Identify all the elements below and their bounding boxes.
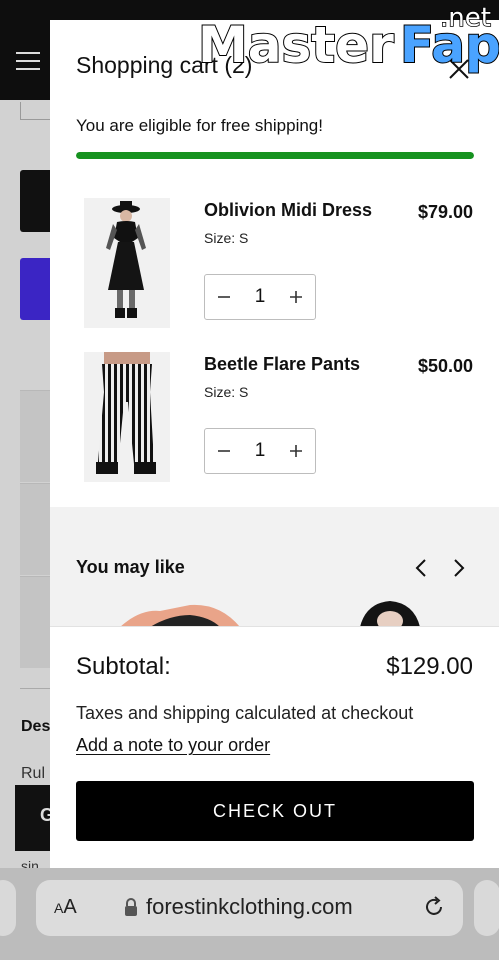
you-may-like-title: You may like [76, 557, 185, 577]
quantity-value[interactable]: 1 [243, 286, 277, 308]
text-size-large-a: A [63, 896, 77, 918]
free-shipping-progress-bar [76, 152, 474, 159]
reload-icon[interactable] [422, 895, 446, 919]
subtotal-label: Subtotal: [76, 653, 171, 680]
recommendation-thumbnail[interactable] [120, 601, 250, 627]
background-description-label: Des [21, 718, 51, 735]
cart-drawer: Shopping cart (2) You are eligible for f… [50, 20, 499, 868]
cart-item-size: Size: S [204, 384, 249, 400]
hamburger-icon[interactable] [16, 52, 40, 70]
free-shipping-message: You are eligible for free shipping! [76, 116, 323, 135]
browser-bottom-bar: AA forestinkclothing.com [0, 868, 499, 960]
text-size-button[interactable]: AA [54, 896, 77, 919]
previous-tab-peek[interactable] [0, 880, 16, 936]
free-shipping-progress-fill [76, 152, 474, 159]
chevron-right-icon[interactable] [448, 557, 468, 579]
cart-footer: Subtotal: $129.00 Taxes and shipping cal… [50, 626, 499, 868]
cart-item-size: Size: S [204, 230, 249, 246]
minus-icon[interactable] [205, 429, 243, 473]
cart-item-name[interactable]: Beetle Flare Pants [204, 354, 360, 375]
subtotal-value: $129.00 [386, 653, 473, 680]
recommendation-thumbnail[interactable] [356, 601, 424, 627]
quantity-stepper: 1 [204, 428, 316, 474]
plus-icon[interactable] [277, 429, 315, 473]
you-may-like-section: You may like [50, 507, 499, 627]
checkout-button[interactable]: CHECK OUT [76, 781, 474, 841]
next-tab-peek[interactable] [474, 880, 499, 936]
product-image-pants[interactable] [84, 352, 170, 482]
add-note-link[interactable]: Add a note to your order [76, 735, 270, 756]
taxes-note: Taxes and shipping calculated at checkou… [76, 703, 414, 723]
cart-item: Beetle Flare Pants Size: S $50.00 1 [50, 352, 499, 487]
background-rule-label: Rul [21, 765, 46, 782]
address-bar[interactable]: AA forestinkclothing.com [36, 880, 463, 936]
cart-item: Oblivion Midi Dress Size: S $79.00 1 [50, 198, 499, 333]
close-icon[interactable] [446, 56, 472, 82]
text-size-small-a: A [54, 900, 64, 916]
url-text[interactable]: forestinkclothing.com [146, 894, 353, 920]
cart-item-name[interactable]: Oblivion Midi Dress [204, 200, 372, 221]
cart-item-price: $50.00 [417, 356, 473, 376]
cart-title: Shopping cart (2) [76, 52, 253, 78]
lock-icon [124, 897, 138, 917]
plus-icon[interactable] [277, 275, 315, 319]
quantity-stepper: 1 [204, 274, 316, 320]
cart-item-price: $79.00 [417, 202, 473, 222]
quantity-value[interactable]: 1 [243, 440, 277, 462]
chevron-left-icon[interactable] [412, 557, 432, 579]
minus-icon[interactable] [205, 275, 243, 319]
product-image-dress[interactable] [84, 198, 170, 328]
